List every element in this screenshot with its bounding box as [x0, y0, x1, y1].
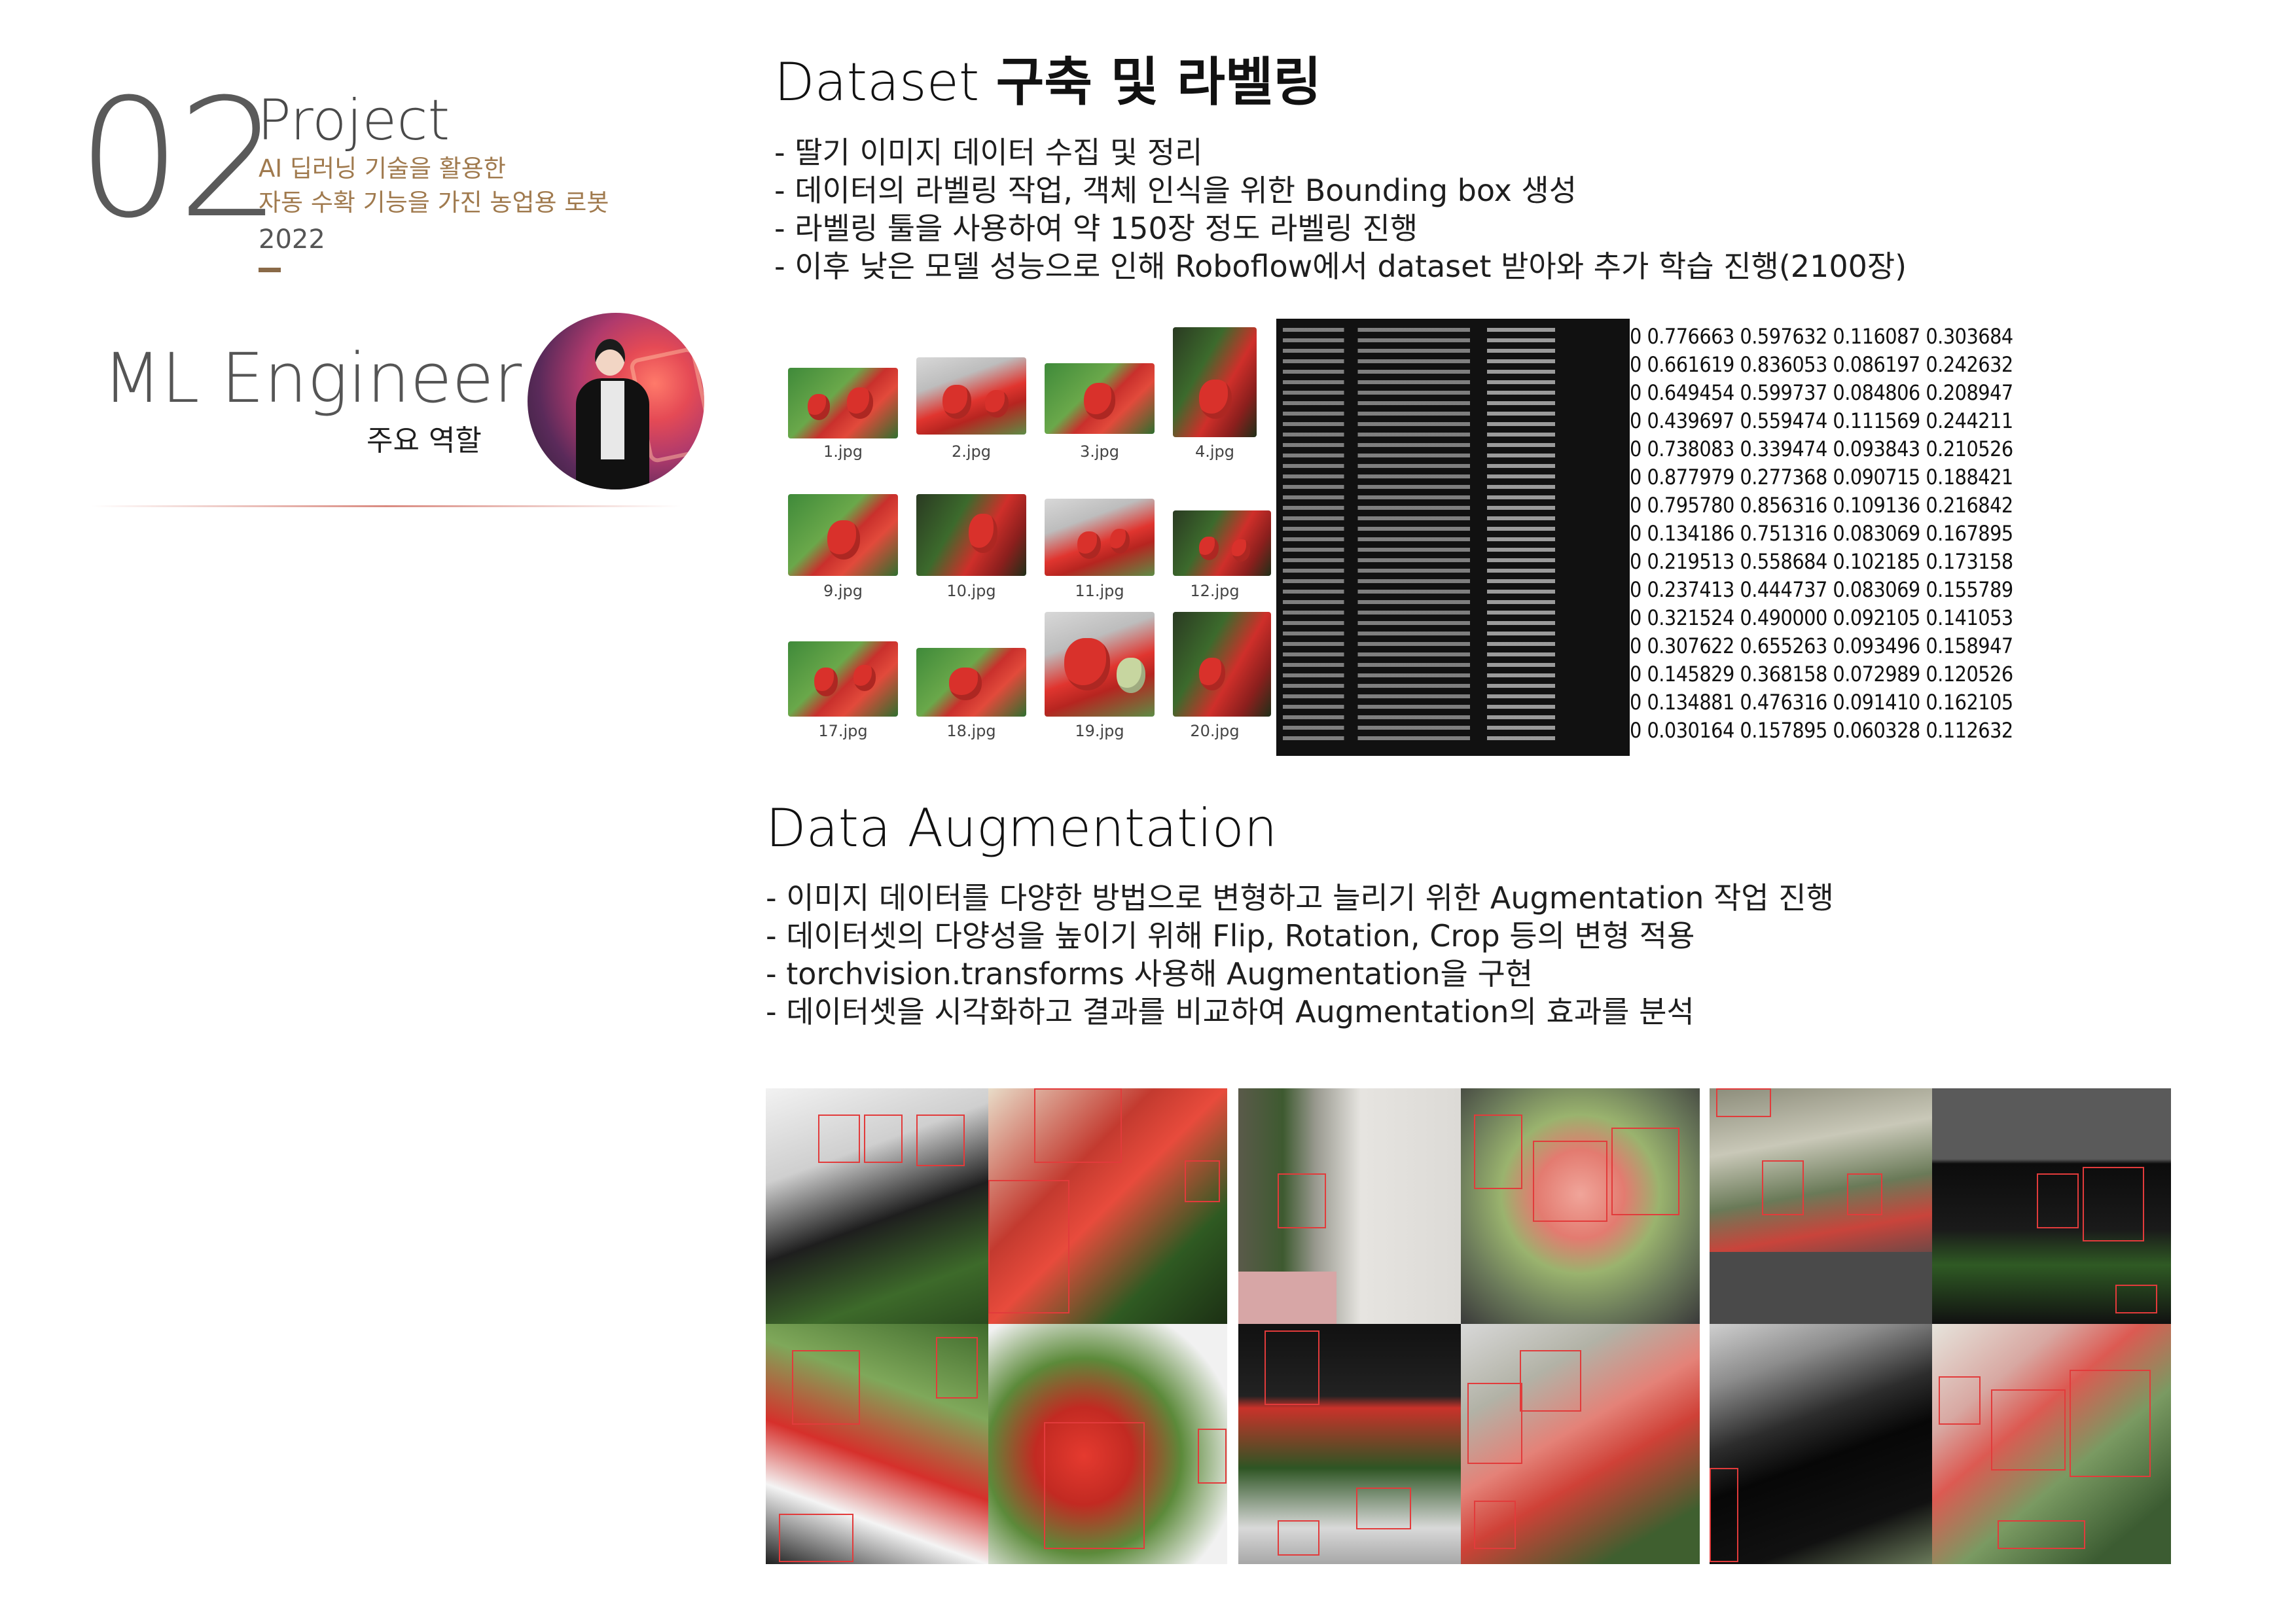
strawberry-thumbnail[interactable]: [1173, 327, 1257, 437]
thumbnail-filename: 20.jpg: [1190, 722, 1240, 740]
thumbnail-filename: 18.jpg: [946, 722, 996, 740]
label-row: 0 0.661619 0.836053 0.086197 0.242632: [1630, 352, 2013, 377]
thumbnail-filename: 1.jpg: [823, 442, 863, 461]
mosaic-tile: [988, 1324, 1227, 1564]
label-row: 0 0.321524 0.490000 0.092105 0.141053: [1630, 605, 2013, 630]
mosaic-tile: [988, 1088, 1227, 1324]
thumbnail-filename: 12.jpg: [1190, 582, 1240, 600]
strawberry-thumbnail[interactable]: [1045, 363, 1155, 434]
avatar: [528, 313, 704, 490]
augmentation-bullet: - 데이터셋을 시각화하고 결과를 비교하여 Augmentation의 효과를…: [766, 994, 1695, 1029]
label-row: 0 0.145829 0.368158 0.072989 0.120526: [1630, 662, 2013, 687]
thumbnail-filename: 9.jpg: [823, 582, 863, 600]
strawberry-thumbnail[interactable]: [1045, 499, 1155, 576]
label-row: 0 0.439697 0.559474 0.111569 0.244211: [1630, 408, 2013, 433]
section-divider: [92, 505, 681, 507]
role-subtitle: 주요 역할: [367, 424, 482, 457]
label-row: 0 0.030164 0.157895 0.060328 0.112632: [1630, 718, 2013, 743]
strawberry-thumbnail[interactable]: [788, 641, 898, 717]
mosaic-tile: [1238, 1088, 1461, 1324]
strawberry-thumbnail[interactable]: [1173, 612, 1271, 717]
strawberry-thumbnail[interactable]: [916, 357, 1026, 435]
mosaic-tile: [766, 1324, 988, 1564]
project-number: 02: [77, 63, 281, 254]
thumbnail-grid: 1.jpg 2.jpg 3.jpg 4.jpg 9.jpg 10.jpg 11.…: [779, 321, 1276, 756]
thumbnail-filename: 4.jpg: [1194, 442, 1235, 461]
mosaic-tile: [1461, 1324, 1700, 1564]
label-row: 0 0.134881 0.476316 0.091410 0.162105: [1630, 690, 2013, 715]
label-row: 0 0.134186 0.751316 0.083069 0.167895: [1630, 521, 2013, 546]
dataset-title-korean: 구축 및 라벨링: [996, 52, 1322, 113]
dataset-bullet: - 이후 낮은 모델 성능으로 인해 Roboflow에서 dataset 받아…: [774, 249, 1907, 284]
strawberry-thumbnail[interactable]: [916, 494, 1026, 576]
augmentation-bullet: - 이미지 데이터를 다양한 방법으로 변형하고 늘리기 위한 Augmenta…: [766, 880, 1834, 916]
augmentation-bullet: - 데이터셋의 다양성을 높이기 위해 Flip, Rotation, Crop…: [766, 918, 1695, 954]
dataset-bullet: - 라벨링 툴을 사용하여 약 150장 정도 라벨링 진행: [774, 211, 1418, 246]
strawberry-thumbnail[interactable]: [788, 494, 898, 576]
avatar-person-shirt: [601, 381, 624, 459]
strawberry-thumbnail[interactable]: [1173, 510, 1271, 576]
mosaic-tile: [1461, 1088, 1700, 1324]
project-label: Project: [257, 88, 450, 153]
mosaic-tile: [1238, 1324, 1461, 1564]
strawberry-thumbnail[interactable]: [788, 368, 898, 438]
avatar-person-head: [595, 339, 625, 376]
mosaic-tile: [1932, 1324, 2171, 1564]
label-row: 0 0.877979 0.277368 0.090715 0.188421: [1630, 465, 2013, 490]
thumbnail-filename: 3.jpg: [1079, 442, 1120, 461]
dataset-bullet: - 딸기 이미지 데이터 수집 및 정리: [774, 135, 1203, 170]
strawberry-thumbnail[interactable]: [916, 648, 1026, 717]
augmentation-section-title: Data Augmentation: [766, 798, 1278, 859]
label-row: 0 0.307622 0.655263 0.093496 0.158947: [1630, 633, 2013, 658]
training-log-screenshot: [1276, 319, 1630, 756]
thumbnail-filename: 11.jpg: [1075, 582, 1124, 600]
thumbnail-filename: 19.jpg: [1075, 722, 1124, 740]
dataset-bullet: - 데이터의 라벨링 작업, 객체 인식을 위한 Bounding box 생성: [774, 173, 1577, 208]
augmentation-mosaic: [766, 1088, 1227, 1564]
mosaic-tile: [1710, 1088, 1932, 1324]
mosaic-tile: [766, 1088, 988, 1324]
augmentation-mosaic: [1710, 1088, 2171, 1564]
mosaic-tile: [1710, 1324, 1932, 1564]
mosaic-tile: [1932, 1088, 2171, 1324]
role-title: ML Engineer: [103, 338, 522, 418]
accent-bar: [259, 268, 281, 272]
augmentation-mosaic: [1238, 1088, 1700, 1564]
thumbnail-filename: 10.jpg: [946, 582, 996, 600]
label-row: 0 0.795780 0.856316 0.109136 0.216842: [1630, 493, 2013, 518]
strawberry-thumbnail[interactable]: [1045, 612, 1155, 717]
thumbnail-filename: 17.jpg: [818, 722, 868, 740]
label-row: 0 0.738083 0.339474 0.093843 0.210526: [1630, 437, 2013, 461]
dataset-title-latin: Dataset: [774, 52, 996, 113]
augmentation-bullet: - torchvision.transforms 사용해 Augmentatio…: [766, 956, 1534, 991]
thumbnail-filename: 2.jpg: [951, 442, 992, 461]
label-row: 0 0.237413 0.444737 0.083069 0.155789: [1630, 577, 2013, 602]
yolo-label-file: 0 0.776663 0.597632 0.116087 0.303684 0 …: [1630, 319, 2013, 756]
project-subtitle-line1: AI 딥러닝 기술을 활용한: [259, 154, 506, 183]
label-row: 0 0.649454 0.599737 0.084806 0.208947: [1630, 380, 2013, 405]
project-year: 2022: [259, 224, 325, 255]
dataset-section-title: Dataset 구축 및 라벨링: [774, 52, 1321, 113]
project-subtitle-line2: 자동 수확 기능을 가진 농업용 로봇: [259, 188, 609, 217]
label-row: 0 0.219513 0.558684 0.102185 0.173158: [1630, 549, 2013, 574]
label-row: 0 0.776663 0.597632 0.116087 0.303684: [1630, 324, 2013, 349]
